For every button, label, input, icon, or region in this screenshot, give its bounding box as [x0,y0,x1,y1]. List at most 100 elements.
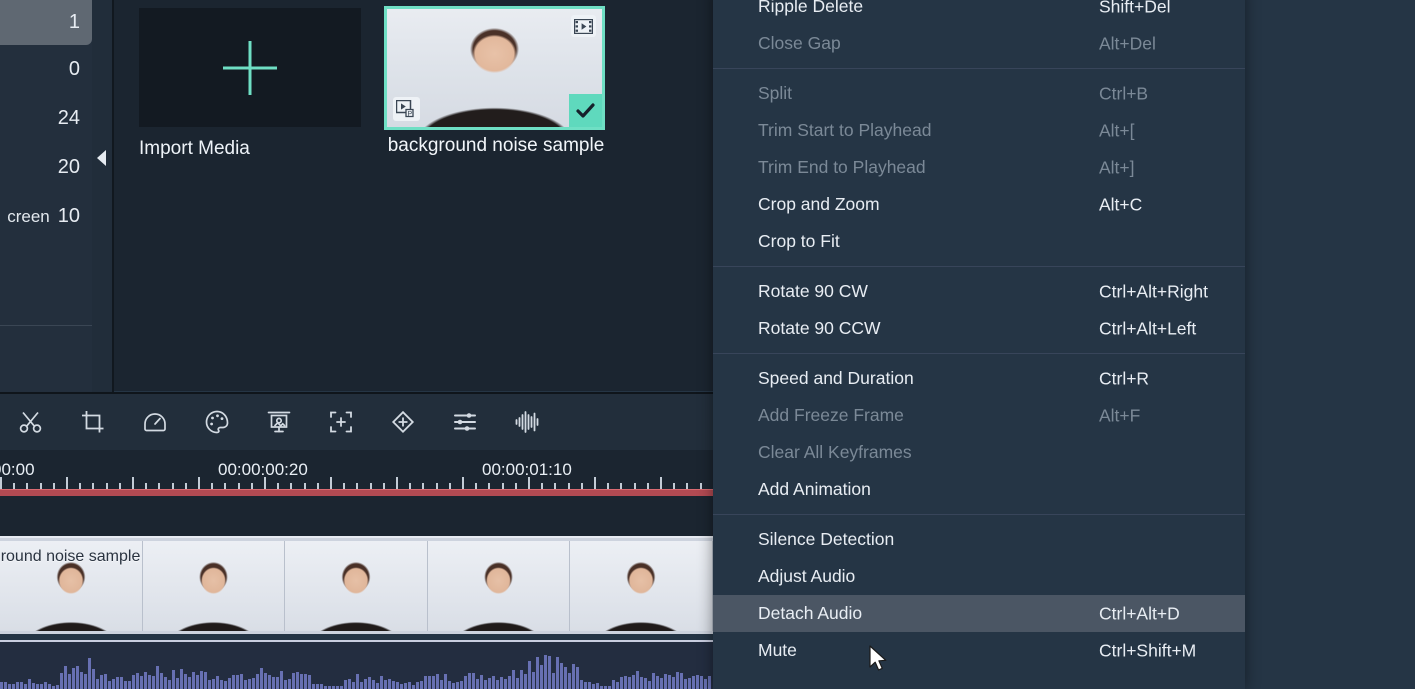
menu-item-crop-and-zoom[interactable]: Crop and Zoom Alt+C [713,186,1245,223]
waveform-bar [528,660,531,689]
waveform-bar [284,679,287,689]
waveform-bar [156,666,159,689]
waveform-bar [120,677,123,689]
crop-tool-button[interactable] [62,394,124,450]
waveform-bar [16,681,19,689]
auto-reframe-tool-button[interactable] [310,394,372,450]
menu-item-rotate-90-cw[interactable]: Rotate 90 CW Ctrl+Alt+Right [713,273,1245,310]
waveform-bar [148,674,151,689]
waveform-bar [164,676,167,689]
waveform-bar [428,676,431,689]
collapse-left-arrow-icon[interactable] [97,150,106,166]
color-tool-button[interactable] [186,394,248,450]
property-label-5: creen [7,206,50,226]
waveform-bar [112,678,115,689]
waveform-bar [632,675,635,689]
property-row-3[interactable]: 24 [0,96,92,141]
menu-item-detach-audio[interactable]: Detach Audio Ctrl+Alt+D [713,595,1245,632]
property-row-4[interactable]: 20 [0,145,92,190]
waveform-bar [244,679,247,689]
menu-item-label: Add Animation [758,479,871,499]
audio-tool-button[interactable] [496,394,558,450]
waveform-bar [444,674,447,689]
waveform-bar [124,680,127,689]
menu-item-add-animation[interactable]: Add Animation [713,471,1245,508]
waveform-bar [568,672,571,689]
menu-item-crop-to-fit[interactable]: Crop to Fit [713,223,1245,260]
clip-thumbnail-frame [570,541,713,631]
waveform-bar [76,666,79,689]
menu-item-split: Split Ctrl+B [713,75,1245,112]
video-track-clip[interactable]: background noise sample [0,536,713,634]
timeline-toolbar [0,394,713,450]
waveform-bar [224,681,227,689]
property-row-1[interactable]: 1 [0,0,92,45]
waveform-bar [200,671,203,689]
waveform-bar [416,682,419,689]
menu-item-adjust-audio[interactable]: Adjust Audio [713,558,1245,595]
waveform-bar [396,681,399,689]
waveform-bar [664,674,667,689]
waveform-bar [592,683,595,689]
menu-item-rotate-90-ccw[interactable]: Rotate 90 CCW Ctrl+Alt+Left [713,310,1245,347]
waveform-bar [420,681,423,689]
waveform-bar [12,683,15,689]
waveform-bar [548,656,551,689]
property-value-2: 0 [68,58,80,80]
playhead-bar[interactable] [0,489,713,496]
waveform-bar [412,684,415,689]
property-row-2[interactable]: 0 [0,47,92,92]
media-clip-thumbnail[interactable]: P [384,6,605,130]
menu-item-shortcut: Alt+] [1099,157,1135,177]
menu-item-shortcut: Alt+F [1099,405,1141,425]
menu-item-label: Crop to Fit [758,231,840,251]
menu-item-ripple-delete[interactable]: Ripple Delete Shift+Del [713,0,1245,25]
waveform-bar [260,668,263,689]
menu-item-label: Close Gap [758,33,841,53]
audio-track-clip[interactable] [0,640,713,689]
keyframe-tool-button[interactable] [372,394,434,450]
menu-item-label: Clear All Keyframes [758,442,912,462]
waveform-bar [36,683,39,689]
waveform-bar [560,663,563,689]
import-media-tile[interactable] [139,8,361,127]
waveform-bar [408,682,411,689]
waveform-bar [672,676,675,689]
property-value-5: 10 [57,205,80,227]
waveform-bar [0,682,3,689]
menu-item-silence-detection[interactable]: Silence Detection [713,521,1245,558]
waveform-bar [620,677,623,689]
properties-lower-section [0,326,92,392]
waveform-bar [680,672,683,689]
waveform-bar [344,679,347,689]
waveform-bar [588,681,591,689]
waveform-bar [636,671,639,689]
waveform-bar [516,678,519,689]
property-value-3: 24 [57,107,80,129]
property-row-5[interactable]: creen 10 [0,194,92,239]
split-tool-button[interactable] [0,394,62,450]
waveform-bar [92,668,95,689]
menu-item-mute[interactable]: Mute Ctrl+Shift+M [713,632,1245,669]
preview-icon[interactable]: P [393,97,420,121]
menu-item-shortcut: Ctrl+Alt+Left [1099,318,1197,338]
waveform-bar [128,681,131,689]
green-screen-tool-button[interactable] [248,394,310,450]
menu-item-label: Trim Start to Playhead [758,120,932,140]
waveform-bar [372,679,375,689]
waveform-bar [88,657,91,689]
clip-context-menu[interactable]: Ripple Delete Shift+Del Close Gap Alt+Del Sp… [713,0,1245,689]
waveform-bar [256,673,259,689]
waveform-bar [132,674,135,689]
waveform-bar [668,674,671,689]
menu-item-label: Rotate 90 CCW [758,318,881,338]
adjust-tool-button[interactable] [434,394,496,450]
film-strip-icon [571,15,596,37]
menu-item-speed-and-duration[interactable]: Speed and Duration Ctrl+R [713,360,1245,397]
audio-wave-icon [514,409,540,435]
menu-separator [713,514,1245,515]
speed-tool-button[interactable] [124,394,186,450]
waveform-bar [380,675,383,689]
waveform-bar [652,673,655,689]
waveform-bar [476,679,479,689]
